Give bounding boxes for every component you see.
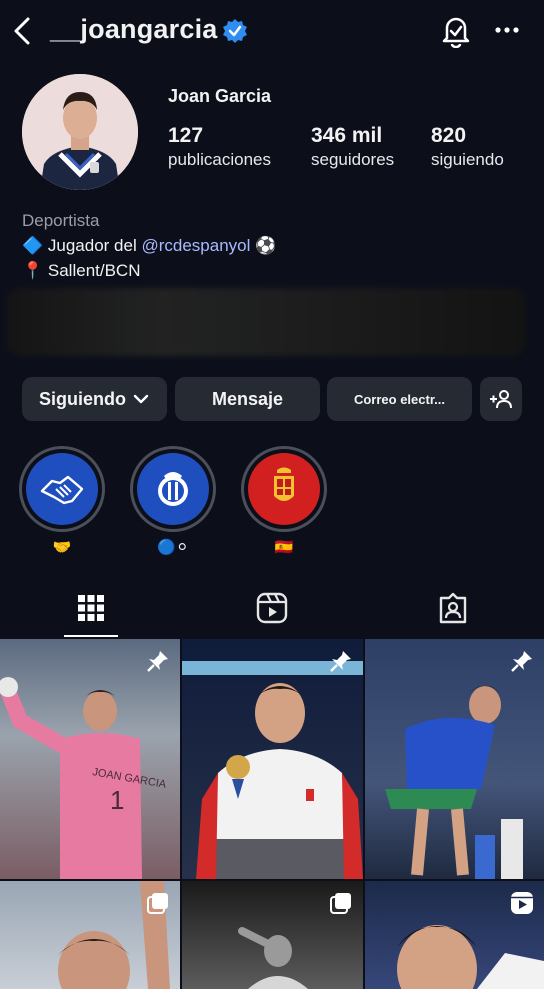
carousel-icon: [330, 893, 351, 914]
following-count: 820: [431, 124, 467, 147]
profile-category: Deportista: [22, 211, 100, 230]
post-tile[interactable]: [182, 881, 363, 989]
reel-icon: [511, 892, 533, 914]
profile-bio: Deportista 🔷 Jugador del @rcdespanyol ⚽ …: [22, 208, 276, 283]
active-tab-indicator: [64, 635, 118, 637]
highlight-handshake[interactable]: [19, 446, 105, 532]
chevron-down-icon: [133, 394, 149, 404]
spain-crest-icon: [248, 453, 320, 525]
highlight-espanyol[interactable]: [130, 446, 216, 532]
highlight-handshake-label: 🤝: [52, 539, 72, 556]
email-button[interactable]: Correo electr...: [327, 377, 472, 421]
grid-tab-icon: [78, 595, 104, 621]
highlight-spain-label: 🇪🇸: [274, 539, 294, 556]
post-tile[interactable]: JOAN GARCIA 1: [0, 639, 180, 879]
carousel-icon: [147, 893, 168, 914]
followers-count: 346 mil: [311, 124, 383, 147]
bio-club-suffix: ⚽: [250, 236, 277, 255]
post-tile[interactable]: [182, 639, 363, 879]
tab-reels[interactable]: [254, 590, 290, 626]
bio-line-location: 📍 Sallent/BCN: [22, 261, 141, 280]
pin-icon: [511, 651, 532, 672]
suggest-people-button[interactable]: [480, 377, 522, 421]
rcd-espanyol-crest-icon: [137, 453, 209, 525]
profile-avatar[interactable]: [22, 74, 138, 190]
add-person-icon: [490, 390, 512, 409]
post-tile[interactable]: [365, 881, 544, 989]
bio-club-prefix: 🔷 Jugador del: [22, 236, 142, 255]
following-button-label: Siguiendo: [39, 388, 126, 409]
email-button-label: Correo electr...: [353, 391, 446, 407]
pin-icon: [330, 651, 351, 672]
handshake-icon: [26, 453, 98, 525]
club-mention-link[interactable]: @rcdespanyol: [141, 236, 250, 255]
reels-tab-icon: [256, 592, 288, 624]
top-bar: __joangarcia: [0, 0, 544, 64]
message-button[interactable]: Mensaje: [175, 377, 320, 421]
highlight-espanyol-label: 🔵⚪: [157, 539, 189, 556]
profile-tabs: [0, 578, 544, 638]
posts-stat[interactable]: 127 publicaciones: [168, 124, 271, 170]
back-arrow-icon[interactable]: [8, 14, 38, 48]
display-name: Joan Garcia: [168, 86, 272, 106]
tab-tagged[interactable]: [435, 590, 471, 626]
notification-bell-icon[interactable]: [440, 14, 472, 48]
followers-stat[interactable]: 346 mil seguidores: [311, 124, 394, 170]
svg-text:1: 1: [110, 785, 124, 815]
tagged-tab-icon: [439, 592, 467, 624]
profile-username: __joangarcia: [50, 14, 218, 44]
post-tile[interactable]: [365, 639, 544, 879]
tab-posts-grid[interactable]: [73, 590, 109, 626]
blurred-mutual-followers: [6, 288, 526, 356]
highlight-spain[interactable]: [241, 446, 327, 532]
posts-count: 127: [168, 124, 204, 147]
following-stat[interactable]: 820 siguiendo: [431, 124, 504, 170]
more-options-icon[interactable]: [494, 19, 520, 41]
bio-line-club: 🔷 Jugador del @rcdespanyol ⚽: [22, 233, 276, 258]
post-tile[interactable]: [0, 881, 180, 989]
following-button[interactable]: Siguiendo: [22, 377, 167, 421]
followers-label: seguidores: [311, 150, 395, 169]
pin-icon: [147, 651, 168, 672]
verified-badge-icon: [223, 19, 247, 43]
posts-label: publicaciones: [168, 150, 272, 169]
message-button-label: Mensaje: [211, 388, 284, 409]
following-label: siguiendo: [431, 150, 504, 169]
